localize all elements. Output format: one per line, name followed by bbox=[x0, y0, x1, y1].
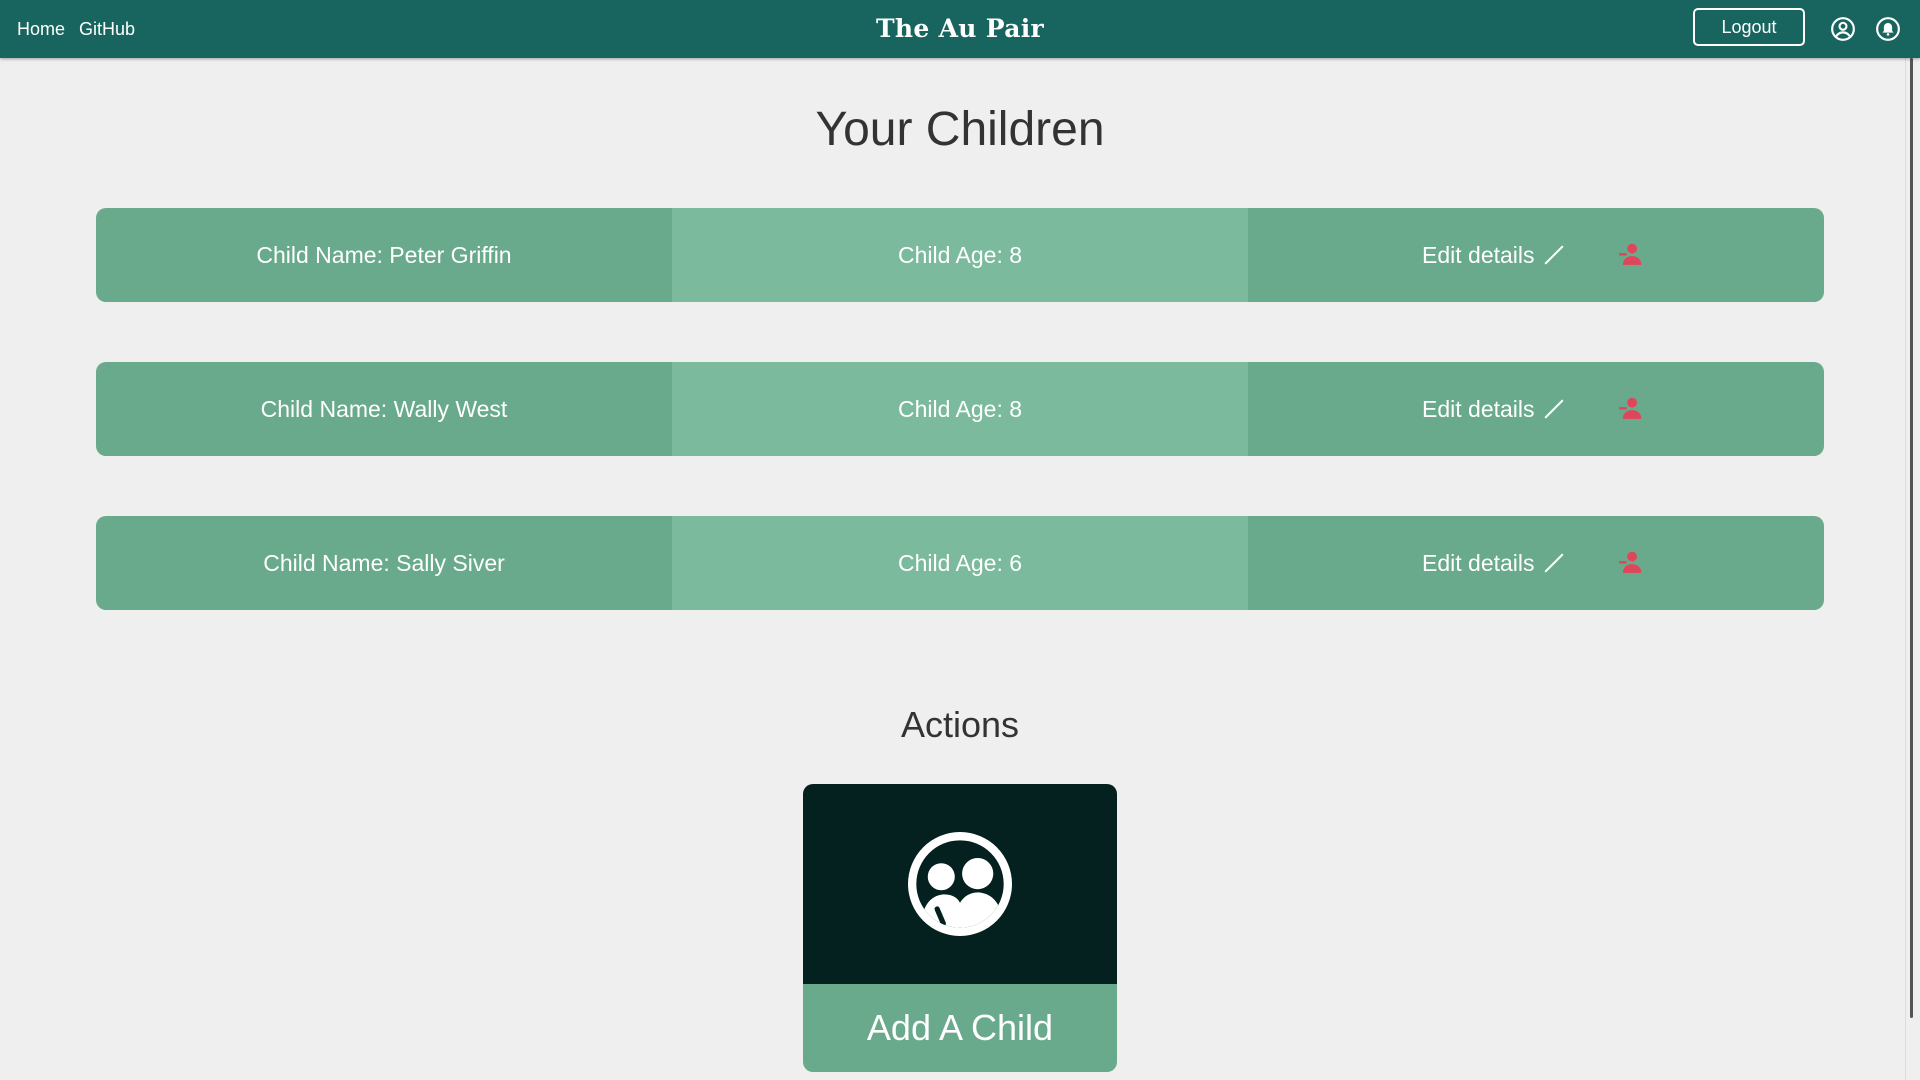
child-age: Child Age: 8 bbox=[672, 362, 1248, 456]
remove-user-icon[interactable] bbox=[1618, 395, 1644, 421]
pencil-icon bbox=[1544, 399, 1563, 419]
pencil-icon bbox=[1544, 245, 1563, 265]
child-name: Child Name: Peter Griffin bbox=[96, 208, 672, 302]
add-child-icon-area bbox=[803, 784, 1117, 984]
child-actions: Edit details bbox=[1248, 208, 1824, 302]
brand-title: The Au Pair bbox=[876, 14, 1044, 43]
edit-details-button[interactable]: Edit details bbox=[1422, 208, 1565, 302]
scrollbar-thumb[interactable] bbox=[1910, 58, 1913, 1018]
child-row: Child Name: Sally Siver Child Age: 6 Edi… bbox=[96, 516, 1824, 610]
edit-details-label: Edit details bbox=[1422, 241, 1535, 268]
child-age: Child Age: 8 bbox=[672, 208, 1248, 302]
child-age: Child Age: 6 bbox=[672, 516, 1248, 610]
top-navbar: Home GitHub The Au Pair Logout bbox=[0, 0, 1920, 58]
child-row: Child Name: Peter Griffin Child Age: 8 E… bbox=[96, 208, 1824, 302]
actions-heading: Actions bbox=[900, 704, 1020, 745]
nav-link-github[interactable]: GitHub bbox=[79, 19, 135, 40]
edit-details-button[interactable]: Edit details bbox=[1422, 516, 1565, 610]
logout-button[interactable]: Logout bbox=[1693, 8, 1805, 46]
bell-icon[interactable] bbox=[1875, 16, 1901, 42]
child-row: Child Name: Wally West Child Age: 8 Edit… bbox=[96, 362, 1824, 456]
nav-link-home[interactable]: Home bbox=[17, 19, 65, 40]
child-name: Child Name: Sally Siver bbox=[96, 516, 672, 610]
edit-details-button[interactable]: Edit details bbox=[1422, 362, 1565, 456]
page-scrollbar[interactable] bbox=[1905, 58, 1920, 1080]
user-circle-icon[interactable] bbox=[1830, 16, 1856, 42]
add-child-button[interactable]: Add A Child bbox=[803, 784, 1117, 1072]
remove-user-icon[interactable] bbox=[1618, 549, 1644, 575]
nav-links: Home GitHub bbox=[17, 0, 135, 58]
edit-details-label: Edit details bbox=[1422, 395, 1535, 422]
edit-details-label: Edit details bbox=[1422, 549, 1535, 576]
add-child-label: Add A Child bbox=[803, 984, 1117, 1072]
page-title: Your Children bbox=[815, 103, 1105, 156]
child-name: Child Name: Wally West bbox=[96, 362, 672, 456]
child-actions: Edit details bbox=[1248, 362, 1824, 456]
group-icon bbox=[908, 832, 1012, 936]
pencil-icon bbox=[1544, 553, 1563, 573]
child-actions: Edit details bbox=[1248, 516, 1824, 610]
remove-user-icon[interactable] bbox=[1618, 241, 1644, 267]
